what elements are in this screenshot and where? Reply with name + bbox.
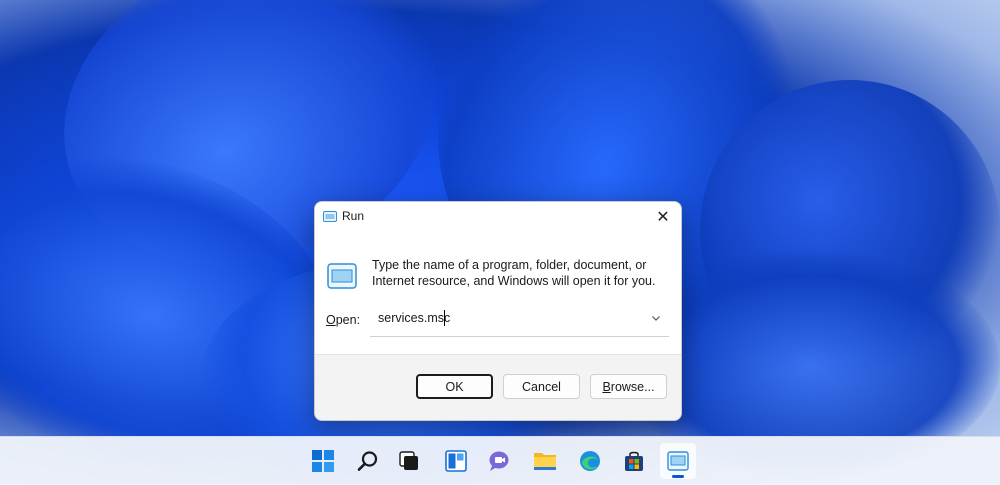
taskbar-widgets-button[interactable]	[438, 443, 474, 479]
run-dialog: Run ✕ Type the name of a program, folder…	[314, 201, 682, 421]
taskbar-edge-button[interactable]	[572, 443, 608, 479]
taskbar-run-button[interactable]	[660, 443, 696, 479]
browse-accelerator: B	[602, 379, 611, 394]
text-cursor	[444, 310, 445, 326]
chevron-down-icon[interactable]	[649, 311, 663, 325]
taskbar-store-button[interactable]	[616, 443, 652, 479]
cancel-button[interactable]: Cancel	[503, 374, 580, 399]
task-view-icon	[399, 451, 418, 470]
command-input[interactable]	[378, 311, 638, 325]
taskbar-task-view-button[interactable]	[391, 443, 427, 479]
windows-start-icon	[312, 450, 334, 472]
teams-chat-icon	[489, 451, 509, 471]
edge-browser-icon	[580, 451, 600, 471]
taskbar	[0, 436, 1000, 485]
taskbar-search-button[interactable]	[350, 443, 386, 479]
browse-label-text: rowse...	[610, 379, 655, 394]
ok-button[interactable]: OK	[416, 374, 493, 399]
dialog-description: Type the name of a program, folder, docu…	[372, 258, 656, 288]
search-icon	[357, 451, 378, 471]
open-label-accelerator: O	[326, 313, 336, 327]
open-combobox[interactable]	[370, 303, 669, 337]
close-button[interactable]: ✕	[645, 202, 681, 232]
active-app-indicator	[672, 475, 684, 478]
open-label: Open:	[326, 313, 360, 327]
open-label-text: pen:	[335, 313, 361, 327]
run-app-icon	[667, 451, 689, 471]
taskbar-chat-button[interactable]	[482, 443, 518, 479]
close-icon: ✕	[656, 209, 670, 226]
browse-button[interactable]: Browse...	[590, 374, 667, 399]
run-program-icon	[327, 263, 357, 289]
dialog-titlebar[interactable]: Run ✕	[315, 202, 681, 232]
file-explorer-icon	[534, 453, 556, 470]
dialog-title: Run	[342, 209, 365, 223]
taskbar-start-button[interactable]	[305, 443, 341, 479]
taskbar-file-explorer-button[interactable]	[527, 443, 563, 479]
microsoft-store-icon	[625, 451, 643, 471]
widgets-icon	[445, 450, 467, 472]
dialog-footer: OK Cancel Browse...	[315, 354, 681, 420]
run-icon	[323, 211, 337, 222]
